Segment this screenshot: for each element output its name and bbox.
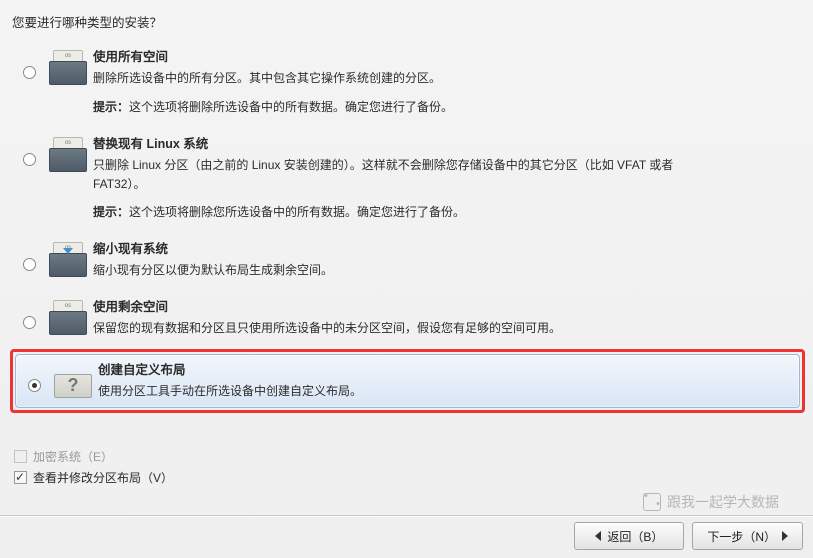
wechat-icon xyxy=(643,493,661,511)
review-label: 查看并修改分区布局（V） xyxy=(33,469,173,486)
option-desc: 只删除 Linux 分区（由之前的 Linux 安装创建的）。这样就不会删除您存… xyxy=(93,156,713,193)
back-button[interactable]: 返回（B） xyxy=(574,522,684,550)
encrypt-label: 加密系统（E） xyxy=(33,448,113,465)
footer-separator xyxy=(0,515,813,516)
option-title: 创建自定义布局 xyxy=(98,361,795,380)
option-desc: 删除所选设备中的所有分区。其中包含其它操作系统创建的分区。 xyxy=(93,69,800,88)
option-shrink[interactable]: os 缩小现有系统 缩小现有分区以便为默认布局生成剩余空间。 xyxy=(10,233,805,287)
page-question: 您要进行哪种类型的安装？ xyxy=(12,12,805,31)
footer-buttons: 返回（B） 下一步（N） xyxy=(574,522,803,550)
disk-icon: os xyxy=(49,137,87,175)
options-checkboxes: 加密系统（E） 查看并修改分区布局（V） xyxy=(14,444,173,490)
option-desc: 保留您的现有数据和分区且只使用所选设备中的未分区空间，假设您有足够的空间可用。 xyxy=(93,319,800,338)
highlight-annotation: ? 创建自定义布局 使用分区工具手动在所选设备中创建自定义布局。 xyxy=(10,349,805,413)
option-replace-linux[interactable]: os 替换现有 Linux 系统 只删除 Linux 分区（由之前的 Linux… xyxy=(10,128,805,229)
radio-custom-layout[interactable] xyxy=(28,379,41,392)
option-use-all-space[interactable]: os 使用所有空间 删除所选设备中的所有分区。其中包含其它操作系统创建的分区。 … xyxy=(10,41,805,124)
disk-icon: os xyxy=(49,300,87,338)
arrow-right-icon xyxy=(782,531,788,541)
option-hint: 提示：这个选项将删除所选设备中的所有数据。确定您进行了备份。 xyxy=(93,98,800,117)
encrypt-checkbox xyxy=(14,450,27,463)
radio-shrink[interactable] xyxy=(23,258,36,271)
review-checkbox[interactable] xyxy=(14,471,27,484)
radio-use-all-space[interactable] xyxy=(23,66,36,79)
next-button[interactable]: 下一步（N） xyxy=(692,522,803,550)
arrow-left-icon xyxy=(595,531,601,541)
disk-icon: os xyxy=(49,50,87,88)
review-checkbox-row[interactable]: 查看并修改分区布局（V） xyxy=(14,469,173,486)
option-desc: 缩小现有分区以便为默认布局生成剩余空间。 xyxy=(93,261,800,280)
installer-disk-layout-page: 您要进行哪种类型的安装？ os 使用所有空间 删除所选设备中的所有分区。其中包含… xyxy=(0,0,813,413)
option-use-free-space[interactable]: os 使用剩余空间 保留您的现有数据和分区且只使用所选设备中的未分区空间，假设您… xyxy=(10,291,805,345)
encrypt-checkbox-row: 加密系统（E） xyxy=(14,448,173,465)
radio-replace-linux[interactable] xyxy=(23,153,36,166)
option-title: 缩小现有系统 xyxy=(93,240,800,259)
option-custom-layout[interactable]: ? 创建自定义布局 使用分区工具手动在所选设备中创建自定义布局。 xyxy=(15,354,800,408)
option-hint: 提示：这个选项将删除您所选设备中的所有数据。确定您进行了备份。 xyxy=(93,203,713,222)
disk-shrink-icon: os xyxy=(49,242,87,280)
radio-use-free-space[interactable] xyxy=(23,316,36,329)
watermark: 跟我一起学大数据 xyxy=(643,492,779,512)
option-title: 使用所有空间 xyxy=(93,48,800,67)
option-desc: 使用分区工具手动在所选设备中创建自定义布局。 xyxy=(98,382,795,401)
question-icon: ? xyxy=(54,363,92,401)
option-title: 替换现有 Linux 系统 xyxy=(93,135,713,154)
option-title: 使用剩余空间 xyxy=(93,298,800,317)
